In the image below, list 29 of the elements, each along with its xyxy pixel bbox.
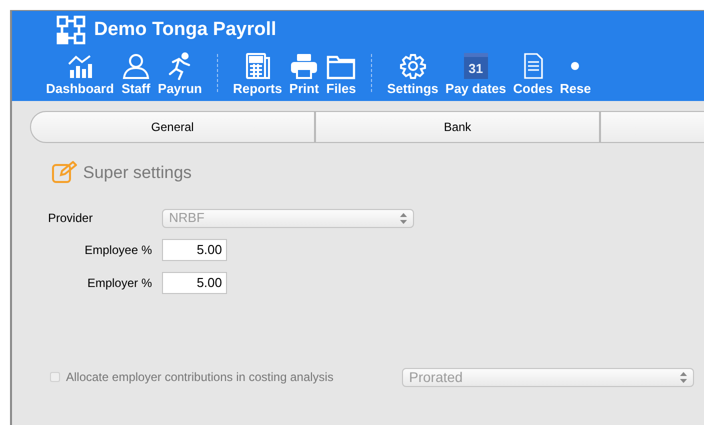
printer-icon xyxy=(289,52,320,80)
checkbox-label: Allocate employer contributions in costing analysis xyxy=(66,369,334,386)
toolbar-button[interactable]: Payrun xyxy=(158,51,202,96)
section-title: Super settings xyxy=(83,162,192,184)
app-logo-icon xyxy=(56,15,86,45)
toolbar-button[interactable]: Settings xyxy=(387,51,438,96)
field-label: Employer % xyxy=(86,274,152,292)
window-title: Demo Tonga Payroll xyxy=(94,18,276,42)
tab[interactable]: Bank xyxy=(315,111,600,143)
toolbar-button[interactable]: Dashboard xyxy=(46,51,114,96)
stepper-icon xyxy=(400,212,407,224)
tab[interactable]: General xyxy=(30,111,315,143)
toolbar-button[interactable]: Reports xyxy=(232,51,282,96)
toolbar-button[interactable]: Rese xyxy=(560,51,591,96)
toolbar-button[interactable]: 31 Pay dates xyxy=(445,51,506,96)
percent-field[interactable]: 5.00 xyxy=(162,272,227,294)
edit-icon xyxy=(52,161,77,184)
calendar-icon: 31 xyxy=(464,53,488,79)
field-label: Provider xyxy=(48,210,94,227)
toolbar-button[interactable]: Codes xyxy=(513,51,553,96)
dot-icon xyxy=(571,62,580,70)
percent-field[interactable]: 5.00 xyxy=(162,238,227,260)
toolbar-button[interactable]: Print xyxy=(289,51,320,96)
field-label: Employee % xyxy=(84,242,152,258)
toolbar-button[interactable]: Files xyxy=(326,51,356,96)
toolbar-button[interactable]: Staff xyxy=(120,51,151,96)
settings-icon xyxy=(398,52,428,80)
stepper-icon xyxy=(680,372,687,382)
people-icon xyxy=(120,52,151,80)
